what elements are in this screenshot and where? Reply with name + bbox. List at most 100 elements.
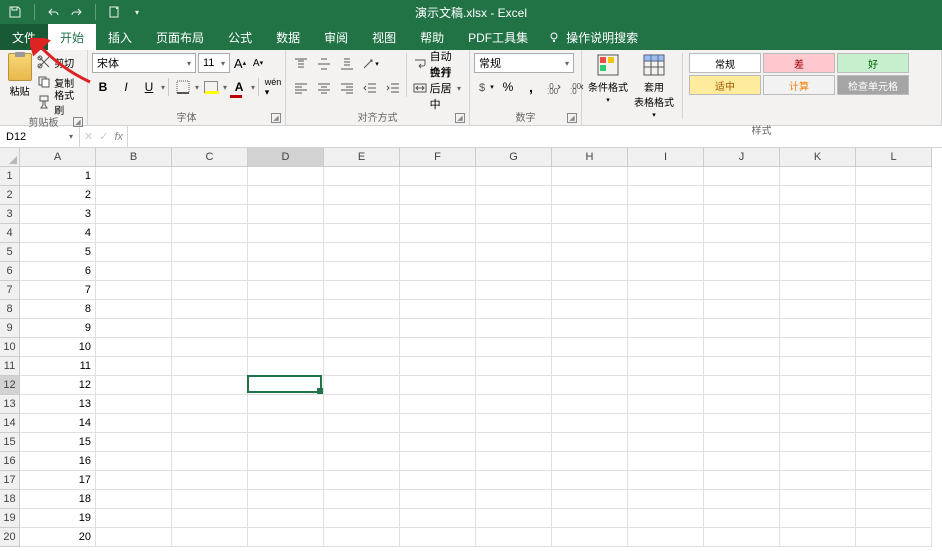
cell[interactable]	[628, 300, 704, 319]
align-middle-button[interactable]	[313, 53, 335, 75]
cell[interactable]	[856, 281, 932, 300]
cell[interactable]	[476, 186, 552, 205]
column-header[interactable]: F	[400, 148, 476, 167]
cancel-formula-icon[interactable]: ✕	[84, 130, 93, 143]
row-header[interactable]: 10	[0, 338, 20, 357]
cell[interactable]	[96, 300, 172, 319]
cell[interactable]	[324, 471, 400, 490]
new-sheet-icon[interactable]	[108, 5, 122, 19]
select-all-button[interactable]	[0, 148, 20, 167]
cell[interactable]: 5	[20, 243, 96, 262]
row-header[interactable]: 15	[0, 433, 20, 452]
tab-page-layout[interactable]: 页面布局	[144, 24, 216, 50]
cell[interactable]	[324, 376, 400, 395]
cell[interactable]	[476, 471, 552, 490]
row-header[interactable]: 11	[0, 357, 20, 376]
cell[interactable]	[780, 300, 856, 319]
cell[interactable]	[552, 281, 628, 300]
cell[interactable]	[248, 262, 324, 281]
cell[interactable]	[856, 319, 932, 338]
cell[interactable]	[476, 433, 552, 452]
conditional-formatting-button[interactable]: 条件格式 ▾	[586, 53, 630, 119]
tab-pdf-tools[interactable]: PDF工具集	[456, 24, 540, 50]
increase-indent-button[interactable]	[382, 77, 404, 99]
cells-area[interactable]: 1234567891011121314151617181920	[20, 167, 942, 547]
cell[interactable]	[628, 433, 704, 452]
cell[interactable]	[628, 509, 704, 528]
cell[interactable]	[400, 205, 476, 224]
cell[interactable]	[172, 243, 248, 262]
cell[interactable]	[856, 224, 932, 243]
cell[interactable]	[172, 281, 248, 300]
cell[interactable]	[856, 414, 932, 433]
cell[interactable]	[780, 338, 856, 357]
cell[interactable]	[628, 376, 704, 395]
cell[interactable]	[324, 281, 400, 300]
column-header[interactable]: K	[780, 148, 856, 167]
cell[interactable]	[324, 186, 400, 205]
cell[interactable]	[704, 395, 780, 414]
tab-file[interactable]: 文件	[0, 24, 48, 50]
cell[interactable]	[96, 319, 172, 338]
column-header[interactable]: D	[248, 148, 324, 167]
cell[interactable]	[552, 167, 628, 186]
cell-styles-gallery[interactable]: 常规 差 好 适中 计算 检查单元格	[689, 53, 929, 95]
cell[interactable]	[780, 281, 856, 300]
tab-home[interactable]: 开始	[48, 24, 96, 50]
cell[interactable]	[628, 471, 704, 490]
cell[interactable]	[552, 490, 628, 509]
cell[interactable]	[628, 243, 704, 262]
cell[interactable]	[248, 224, 324, 243]
cell[interactable]: 13	[20, 395, 96, 414]
cell[interactable]	[628, 414, 704, 433]
cell[interactable]	[476, 509, 552, 528]
cell[interactable]	[400, 376, 476, 395]
cell[interactable]	[324, 167, 400, 186]
number-format-combo[interactable]: 常规▾	[474, 53, 574, 73]
cell[interactable]	[400, 452, 476, 471]
cell[interactable]	[628, 167, 704, 186]
cell[interactable]	[780, 509, 856, 528]
cell[interactable]	[856, 167, 932, 186]
tab-insert[interactable]: 插入	[96, 24, 144, 50]
cell[interactable]	[476, 319, 552, 338]
cell[interactable]	[704, 300, 780, 319]
cell[interactable]	[628, 224, 704, 243]
cell[interactable]	[324, 357, 400, 376]
cell[interactable]	[476, 262, 552, 281]
cell[interactable]	[628, 262, 704, 281]
cell[interactable]	[324, 338, 400, 357]
decrease-indent-button[interactable]	[359, 77, 381, 99]
cell[interactable]	[856, 433, 932, 452]
cell[interactable]	[704, 452, 780, 471]
cell[interactable]	[780, 167, 856, 186]
tab-review[interactable]: 审阅	[312, 24, 360, 50]
cell[interactable]	[628, 395, 704, 414]
row-header[interactable]: 2	[0, 186, 20, 205]
cell[interactable]	[704, 414, 780, 433]
cell[interactable]	[96, 414, 172, 433]
chevron-down-icon[interactable]: ▾	[251, 83, 255, 92]
increase-font-button[interactable]: A▴	[232, 53, 248, 73]
row-header[interactable]: 20	[0, 528, 20, 547]
cell[interactable]	[248, 376, 324, 395]
cell[interactable]: 14	[20, 414, 96, 433]
cell[interactable]	[324, 433, 400, 452]
cell[interactable]	[400, 338, 476, 357]
cell[interactable]	[628, 357, 704, 376]
cell[interactable]	[628, 205, 704, 224]
cell[interactable]	[400, 433, 476, 452]
style-calculation[interactable]: 计算	[763, 75, 835, 95]
cell[interactable]	[552, 338, 628, 357]
cell[interactable]	[248, 281, 324, 300]
orientation-button[interactable]: ▾	[359, 53, 381, 75]
cell[interactable]	[628, 528, 704, 547]
cell[interactable]	[96, 452, 172, 471]
cell[interactable]	[96, 167, 172, 186]
format-painter-button[interactable]: 格式刷	[37, 93, 83, 111]
cell[interactable]	[476, 376, 552, 395]
cell[interactable]	[324, 205, 400, 224]
cell[interactable]	[248, 167, 324, 186]
cell[interactable]	[856, 376, 932, 395]
row-header[interactable]: 18	[0, 490, 20, 509]
